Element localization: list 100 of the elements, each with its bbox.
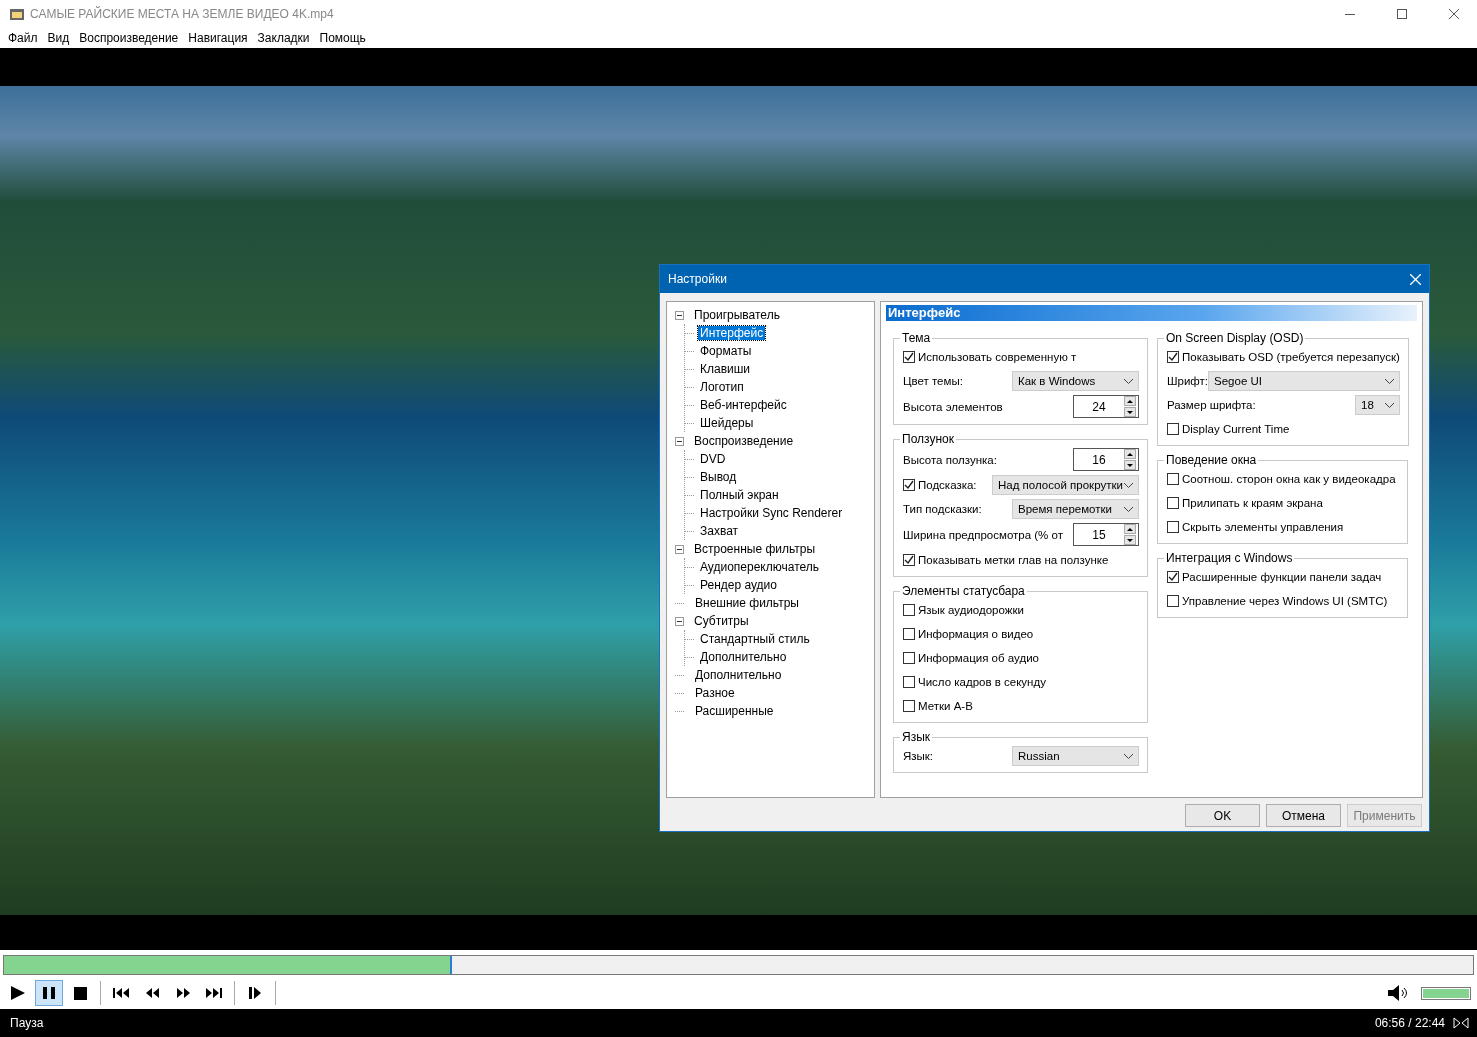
stop-icon	[73, 986, 87, 1000]
collapse-icon[interactable]	[675, 310, 684, 320]
tree-item[interactable]: Полный экран	[698, 488, 781, 502]
tree-item[interactable]: Внешние фильтры	[693, 596, 801, 610]
menu-item[interactable]: Файл	[3, 31, 43, 45]
tree-item[interactable]: Стандартный стиль	[698, 632, 812, 646]
number-field[interactable]: 15	[1073, 523, 1139, 546]
frame-step-icon	[249, 987, 261, 999]
tree-item[interactable]: Захват	[698, 524, 741, 538]
field-label: Высота элементов	[903, 400, 1003, 413]
tree-item[interactable]: Дополнительно	[693, 668, 784, 682]
checkbox[interactable]	[1167, 423, 1179, 435]
dropdown[interactable]: Время перемотки	[1012, 499, 1139, 519]
checkbox[interactable]	[903, 479, 915, 491]
player-button[interactable]	[35, 980, 63, 1006]
collapse-icon[interactable]	[675, 616, 684, 626]
time-display: 06:56 / 22:44	[1374, 1016, 1445, 1030]
dialog-button[interactable]: OK	[1185, 804, 1260, 827]
tree-item[interactable]: Встроенные фильтры	[692, 542, 818, 556]
up-arrow-icon[interactable]	[1127, 452, 1133, 456]
maximize-icon[interactable]	[1397, 9, 1407, 19]
down-arrow-icon[interactable]	[1127, 538, 1133, 542]
checkbox[interactable]	[903, 676, 915, 688]
dropdown[interactable]: Над полосой прокрутки	[992, 475, 1139, 495]
field-label: Размер шрифта:	[1167, 399, 1256, 411]
dropdown[interactable]: 18	[1355, 395, 1401, 415]
checkbox-label: Скрыть элементы управления	[1182, 521, 1344, 533]
up-arrow-icon[interactable]	[1127, 399, 1133, 403]
checkbox[interactable]	[903, 604, 915, 616]
checkbox-label: Использовать современную т	[918, 351, 1077, 363]
checkbox[interactable]	[1167, 351, 1179, 363]
chevron-down-icon	[1124, 506, 1133, 512]
number-field[interactable]: 16	[1073, 448, 1139, 471]
field-label: Шрифт:	[1167, 375, 1209, 387]
dropdown[interactable]: Как в Windows	[1012, 371, 1139, 391]
menu-item[interactable]: Вид	[42, 31, 75, 45]
dropdown[interactable]: Russian	[1012, 746, 1139, 766]
tree-item[interactable]: Веб-интерфейс	[698, 398, 789, 412]
chevron-down-icon	[1124, 753, 1133, 759]
chevron-down-icon	[1385, 402, 1395, 408]
tree-item[interactable]: Рендер аудио	[698, 578, 779, 592]
checkbox[interactable]	[1167, 521, 1179, 533]
tree-item[interactable]: Настройки Sync Renderer	[698, 506, 845, 520]
tree-item[interactable]: Шейдеры	[698, 416, 756, 430]
menu-item[interactable]: Навигация	[183, 31, 253, 45]
tree-item[interactable]: Проигрыватель	[692, 308, 782, 322]
dialog-button[interactable]: Отмена	[1266, 804, 1341, 827]
collapse-icon[interactable]	[675, 544, 684, 554]
tree-item[interactable]: Логотип	[698, 380, 746, 394]
number-field[interactable]: 24	[1073, 395, 1139, 418]
chevron-down-icon	[1385, 378, 1395, 384]
tree-item[interactable]: Расширенные	[693, 704, 776, 718]
tree-item[interactable]: Форматы	[698, 344, 754, 358]
checkbox[interactable]	[1167, 497, 1179, 509]
checkbox[interactable]	[903, 652, 915, 664]
group-title: Интеграция с Windows	[1165, 551, 1294, 565]
collapse-icon[interactable]	[675, 436, 684, 446]
seek-bar[interactable]	[3, 955, 1474, 975]
checkbox-label: Расширенные функции панели задач	[1182, 571, 1382, 583]
checkbox[interactable]	[903, 700, 915, 712]
app-icon	[10, 7, 24, 21]
chevron-down-icon	[1124, 482, 1133, 488]
field-label: Ширина предпросмотра (% от	[903, 528, 1063, 541]
page-title: Интерфейс	[886, 305, 1417, 321]
field-label: Цвет темы:	[903, 375, 963, 387]
dropdown[interactable]: Segoe UI	[1208, 371, 1401, 391]
minimize-icon[interactable]	[1345, 13, 1355, 15]
window-title: САМЫЕ РАЙСКИЕ МЕСТА НА ЗЕМЛЕ ВИДЕО 4K.mp4	[30, 7, 335, 21]
group-title: Язык	[901, 730, 932, 744]
checkbox[interactable]	[1167, 571, 1179, 583]
menu-item[interactable]: Воспроизведение	[74, 31, 184, 45]
field-label: Язык:	[903, 750, 934, 762]
tree-item[interactable]: Дополнительно	[698, 650, 789, 664]
field-label: Высота ползунка:	[903, 453, 997, 466]
tree-item[interactable]: Воспроизведение	[692, 434, 796, 448]
tree-item[interactable]: Вывод	[698, 470, 739, 484]
tree-item[interactable]: Разное	[693, 686, 737, 700]
checkbox-label: Число кадров в секунду	[918, 676, 1046, 688]
tree-item[interactable]: Субтитры	[692, 614, 751, 628]
checkbox[interactable]	[903, 351, 915, 363]
tree-item[interactable]: Аудиопереключатель	[698, 560, 822, 574]
checkbox[interactable]	[903, 554, 915, 566]
checkbox-label: Метки A-B	[918, 700, 973, 712]
checkbox-label: Язык аудиодорожки	[918, 604, 1024, 616]
up-arrow-icon[interactable]	[1127, 527, 1133, 531]
down-arrow-icon[interactable]	[1127, 463, 1133, 467]
close-icon[interactable]	[1449, 9, 1459, 19]
tree-item[interactable]: Клавиши	[698, 362, 753, 376]
down-arrow-icon[interactable]	[1127, 410, 1133, 414]
menu-item[interactable]: Закладки	[252, 31, 315, 45]
checkbox-label: Показывать метки глав на ползунке	[918, 554, 1109, 566]
group-title: Тема	[901, 331, 932, 345]
checkbox[interactable]	[903, 628, 915, 640]
checkbox[interactable]	[1167, 473, 1179, 485]
tree-item[interactable]: Интерфейс	[698, 326, 766, 340]
field-label: Тип подсказки:	[903, 503, 982, 515]
menu-item[interactable]: Помощь	[314, 31, 371, 45]
skip-back-icon	[113, 988, 129, 998]
checkbox[interactable]	[1167, 595, 1179, 607]
tree-item[interactable]: DVD	[698, 452, 728, 466]
